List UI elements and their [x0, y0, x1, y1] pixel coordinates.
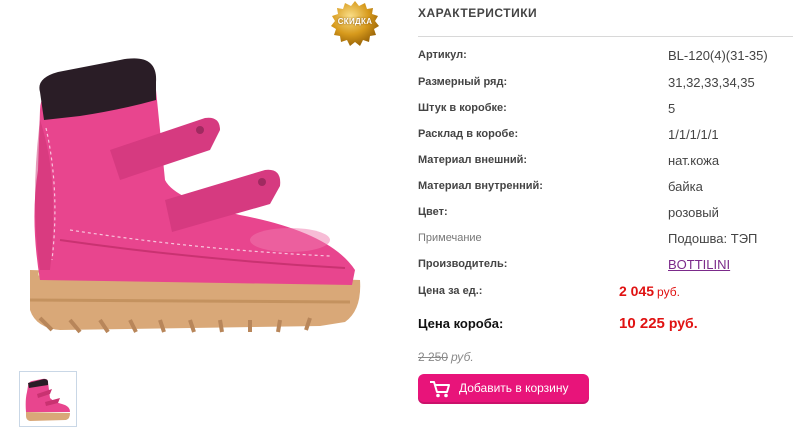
spec-row-box-layout: Расклад в коробе: 1/1/1/1/1	[418, 127, 795, 152]
add-to-cart-button[interactable]: Добавить в корзину	[418, 374, 589, 404]
spec-value: Подошва: ТЭП	[668, 231, 758, 246]
specs-title: ХАРАКТЕРИСТИКИ	[418, 6, 538, 20]
spec-row-inner-material: Материал внутренний: байка	[418, 179, 795, 204]
sale-badge-label: СКИДКА	[337, 17, 373, 26]
spec-label: Расклад в коробе:	[418, 128, 519, 140]
box-price-currency: руб.	[668, 315, 698, 331]
old-price-currency: руб.	[451, 350, 474, 364]
spec-row-outer-material: Материал внешний: нат.кожа	[418, 153, 795, 178]
manufacturer-link[interactable]: BOTTILINI	[668, 257, 730, 272]
boot-thumbnail-illustration	[25, 378, 71, 421]
spec-label: Примечание	[418, 232, 482, 244]
old-price: 2 250 руб.	[418, 350, 474, 364]
spec-row-color: Цвет: розовый	[418, 205, 795, 230]
spec-label: Штук в коробке:	[418, 102, 507, 114]
spec-row-note: Примечание Подошва: ТЭП	[418, 231, 795, 256]
spec-value: нат.кожа	[668, 153, 720, 168]
cart-icon	[430, 381, 450, 398]
spec-value: байка	[668, 179, 703, 194]
spec-row-pieces-per-box: Штук в коробке: 5	[418, 101, 795, 126]
spec-row-sizes: Размерный ряд: 31,32,33,34,35	[418, 75, 795, 100]
spec-label: Материал внутренний:	[418, 180, 543, 192]
add-to-cart-label: Добавить в корзину	[459, 381, 569, 395]
box-price-label: Цена короба:	[418, 316, 504, 331]
unit-price-value: 2 045	[619, 283, 655, 299]
spec-value: 1/1/1/1/1	[668, 127, 719, 142]
spec-label: Материал внешний:	[418, 154, 528, 166]
spec-row-manufacturer: Производитель: BOTTILINI	[418, 257, 795, 282]
specs-divider	[418, 36, 793, 37]
product-image[interactable]	[0, 0, 400, 360]
box-price-value: 10 225	[619, 315, 665, 332]
spec-label: Размерный ряд:	[418, 76, 508, 88]
unit-price-label: Цена за ед.:	[418, 285, 483, 297]
spec-value: BL-120(4)(31-35)	[668, 48, 768, 63]
sale-badge: СКИДКА	[330, 0, 380, 50]
spec-label: Артикул:	[418, 49, 467, 61]
spec-label: Производитель:	[418, 258, 508, 270]
unit-price-currency: руб.	[657, 285, 680, 299]
unit-price: 2 045 руб.	[619, 283, 680, 299]
spec-value: 31,32,33,34,35	[668, 75, 755, 90]
box-price: 10 225 руб.	[619, 315, 698, 332]
boot-illustration	[29, 58, 361, 334]
spec-label: Цвет:	[418, 206, 448, 218]
product-thumbnail[interactable]	[19, 371, 77, 427]
spec-row-article: Артикул: BL-120(4)(31-35)	[418, 48, 795, 73]
spec-value: розовый	[668, 205, 719, 220]
spec-value: 5	[668, 101, 676, 116]
old-price-value: 2 250	[418, 350, 449, 364]
